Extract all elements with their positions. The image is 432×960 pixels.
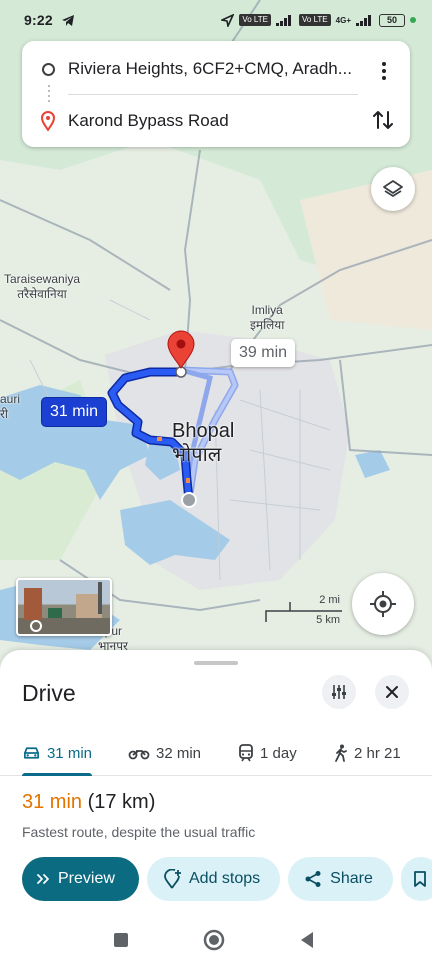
- origin-text: Riviera Heights, 6CF2+CMQ, Aradh...: [68, 59, 352, 78]
- map-label-bhopal: Bhopal भोपाल: [172, 419, 234, 467]
- telegram-icon: [61, 14, 74, 26]
- share-label: Share: [330, 870, 373, 887]
- 360-icon: [30, 620, 42, 632]
- back-button[interactable]: [291, 924, 323, 956]
- system-nav-bar: [0, 920, 432, 960]
- more-options-button[interactable]: [372, 59, 396, 83]
- share-icon: [305, 871, 321, 887]
- directions-sheet: Drive 31 min 32 min 1 day 2 hr 21 31 min…: [0, 650, 432, 920]
- tune-icon: [332, 685, 346, 699]
- tab-motorbike[interactable]: 32 min: [128, 730, 201, 776]
- route-duration: 31 min: [22, 791, 83, 813]
- volte-badge-1: Vo LTE: [239, 14, 271, 26]
- label-en: Imliya: [251, 303, 283, 317]
- map-label-left-partial: auri री: [0, 392, 20, 422]
- street-view-image: [24, 582, 102, 632]
- volte-badge-2: Vo LTE: [299, 14, 331, 26]
- tab-transit[interactable]: 1 day: [238, 730, 297, 776]
- signal-icon: [276, 15, 291, 26]
- map-label-taraisewaniya: Taraisewaniya तरैसेवानिया: [4, 272, 80, 302]
- primary-route-time[interactable]: 31 min: [41, 397, 108, 427]
- status-time: 9:22: [24, 12, 53, 28]
- kebab-dot: [382, 76, 386, 80]
- motorbike-icon: [128, 750, 150, 760]
- double-chevron-icon: [37, 874, 49, 884]
- recents-icon: [114, 933, 128, 947]
- close-button[interactable]: [375, 675, 409, 709]
- kebab-dot: [382, 62, 386, 66]
- route-description: Fastest route, despite the usual traffic: [22, 824, 256, 840]
- recents-button[interactable]: [105, 924, 137, 956]
- tab-walk[interactable]: 2 hr 21: [334, 730, 401, 776]
- walk-icon: [335, 744, 347, 762]
- label-hi: री: [0, 407, 9, 421]
- action-chips: Preview Add stops Share: [22, 857, 432, 901]
- street-view-thumbnail[interactable]: [16, 578, 112, 636]
- destination-field[interactable]: Karond Bypass Road: [22, 95, 410, 147]
- network-type: 4G+: [335, 15, 351, 25]
- home-icon: [203, 929, 225, 951]
- back-icon: [301, 932, 313, 948]
- tab-drive-label: 31 min: [46, 744, 92, 762]
- travel-mode-tabs: 31 min 32 min 1 day 2 hr 21: [0, 730, 432, 776]
- close-icon: [386, 686, 398, 698]
- scale-km: 5 km: [316, 614, 340, 626]
- origin-field[interactable]: Riviera Heights, 6CF2+CMQ, Aradh...: [22, 43, 410, 95]
- car-icon: [23, 747, 39, 759]
- layers-button[interactable]: [371, 167, 415, 211]
- tab-walk-label: 2 hr 21: [354, 744, 401, 762]
- swap-route-button[interactable]: [370, 107, 396, 133]
- sheet-title: Drive: [22, 680, 76, 706]
- map-label-imliya: Imliya इमलिया: [250, 303, 284, 333]
- label-en: auri: [0, 392, 21, 406]
- location-arrow-icon: [221, 13, 235, 27]
- route-distance: (17 km): [87, 791, 156, 813]
- save-button[interactable]: [400, 857, 432, 901]
- my-location-button[interactable]: [352, 573, 414, 635]
- battery-indicator: 50: [379, 13, 405, 27]
- add-location-icon: [164, 869, 181, 889]
- destination-text: Karond Bypass Road: [68, 111, 229, 130]
- tab-drive[interactable]: 31 min: [22, 730, 92, 776]
- label-hi: तरैसेवानिया: [17, 287, 67, 301]
- crosshair-icon: [370, 591, 396, 617]
- tab-motorbike-label: 32 min: [156, 744, 202, 762]
- route-options-button[interactable]: [322, 675, 356, 709]
- origin-circle-icon: [42, 62, 55, 76]
- home-button[interactable]: [198, 924, 230, 956]
- city-hi: भोपाल: [172, 444, 222, 466]
- add-stops-button[interactable]: Add stops: [147, 857, 281, 901]
- destination-pin-icon: [40, 111, 56, 131]
- layers-icon: [383, 180, 403, 197]
- signal-icon-2: [356, 15, 371, 26]
- preview-label: Preview: [58, 870, 115, 887]
- share-button[interactable]: Share: [288, 857, 393, 901]
- bookmark-icon: [413, 871, 426, 887]
- sheet-drag-handle[interactable]: [194, 661, 238, 665]
- kebab-dot: [382, 69, 386, 73]
- status-bar: 9:22 Vo LTE Vo LTE 4G+ 50: [0, 0, 432, 40]
- train-icon: [239, 744, 253, 762]
- map-scale: 2 mi 5 km: [264, 592, 344, 632]
- tab-transit-label: 1 day: [260, 744, 297, 762]
- add-stops-label: Add stops: [189, 870, 261, 887]
- city-en: Bhopal: [172, 420, 235, 442]
- alt-route-time[interactable]: 39 min: [231, 339, 296, 367]
- label-hi: इमलिया: [250, 318, 285, 332]
- route-summary: 31 min (17 km): [22, 791, 155, 814]
- privacy-dot: [410, 17, 416, 23]
- route-input-card: Riviera Heights, 6CF2+CMQ, Aradh... Karo…: [22, 41, 410, 147]
- scale-mi: 2 mi: [319, 594, 340, 606]
- preview-button[interactable]: Preview: [22, 857, 139, 901]
- label-en: Taraisewaniya: [4, 272, 81, 286]
